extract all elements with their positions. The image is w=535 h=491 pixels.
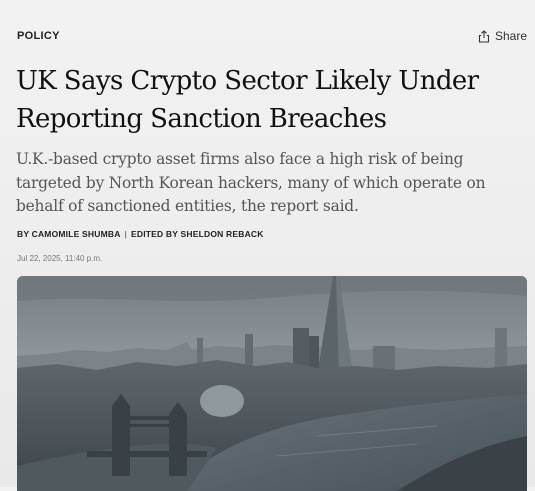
headline-line-2: Reporting Sanction Breaches xyxy=(16,104,387,134)
byline-separator: | xyxy=(124,229,127,239)
article-dek: U.K.-based crypto asset firms also face … xyxy=(16,150,486,215)
editor-link[interactable]: EDITED BY SHELDON REBACK xyxy=(131,229,264,239)
hero-image xyxy=(17,276,527,491)
publish-timestamp: Jul 22, 2025, 11:40 p.m. xyxy=(17,254,103,263)
article-page: POLICY Share UK Says Crypto Sector Likel… xyxy=(0,0,535,491)
category-link[interactable]: POLICY xyxy=(17,30,60,42)
share-label: Share xyxy=(494,29,527,43)
byline: BY CAMOMILE SHUMBA | EDITED BY SHELDON R… xyxy=(17,229,264,239)
headline-line-1: UK Says Crypto Sector Likely Under xyxy=(16,66,479,96)
article-headline: UK Says Crypto Sector Likely Under Repor… xyxy=(16,62,516,138)
share-icon xyxy=(478,29,490,43)
author-link[interactable]: BY CAMOMILE SHUMBA xyxy=(17,229,121,239)
share-button[interactable]: Share xyxy=(478,29,527,43)
